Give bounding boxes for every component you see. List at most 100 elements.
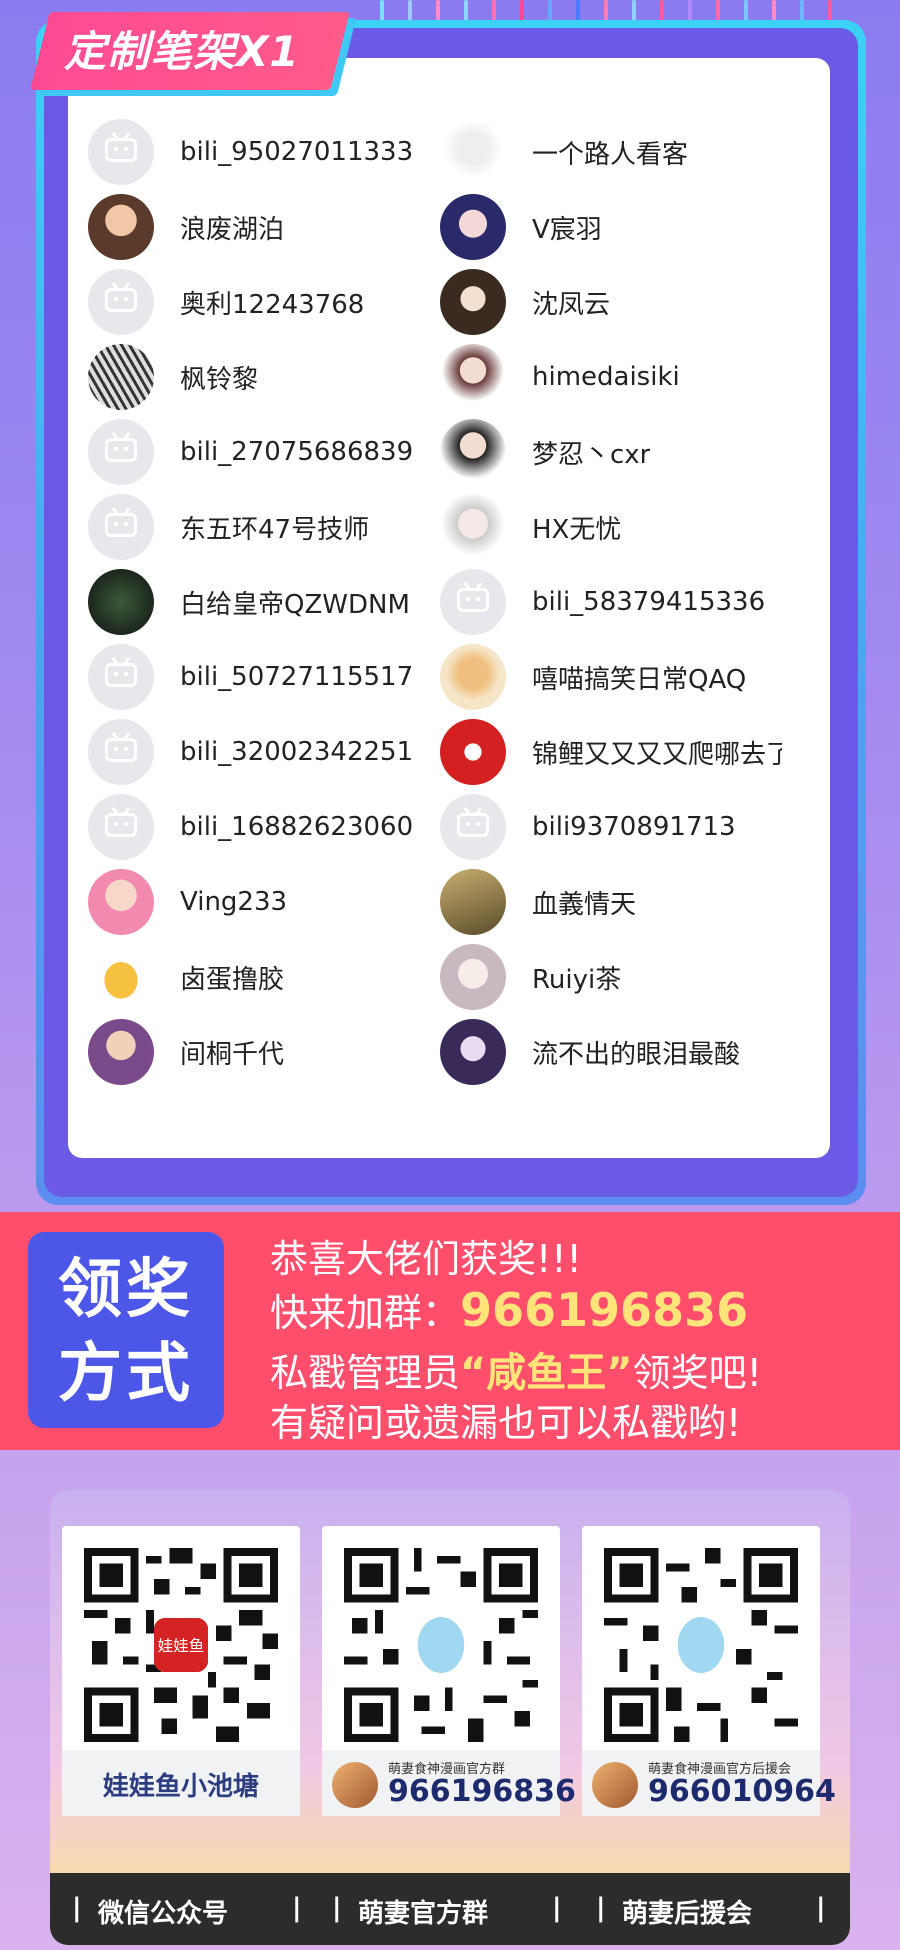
claim-method-line2: 方式 <box>58 1337 194 1411</box>
avatar <box>440 644 506 710</box>
qr-label: 娃娃鱼小池塘 <box>62 1750 300 1816</box>
qr-card-group: 萌妻食神漫画官方群 966196836 <box>322 1526 576 1816</box>
user-item: bili_27075686839 <box>88 417 413 487</box>
avatar <box>88 569 154 635</box>
questions-text: 有疑问或遗漏也可以私戳哟! <box>270 1401 742 1445</box>
qr-name: 娃娃鱼小池塘 <box>102 1772 259 1802</box>
avatar <box>440 194 506 260</box>
default-avatar-icon <box>88 719 154 785</box>
user-name: 浪废湖泊 <box>180 214 285 245</box>
user-name: bili_58379415336 <box>532 587 766 617</box>
avatar <box>440 269 506 335</box>
penguin-icon <box>677 1617 725 1673</box>
user-name: 锦鲤又又又又爬哪去了 <box>532 739 782 770</box>
user-item: 沈凤云 <box>440 267 610 337</box>
footer-separator: | <box>816 1893 826 1923</box>
footer-separator: | <box>292 1893 302 1923</box>
user-name: HX无忧 <box>532 514 622 545</box>
qr-card-wechat: 娃娃鱼 娃娃鱼小池塘 <box>62 1526 300 1816</box>
user-item: 一个路人看客 <box>440 117 688 187</box>
user-name: 间桐千代 <box>180 1039 285 1070</box>
user-name: 梦忍丶cxr <box>532 439 651 470</box>
group-number[interactable]: 966196836 <box>388 1774 576 1809</box>
footer-separator: | <box>596 1893 606 1923</box>
qr-card-support: 萌妻食神漫画官方后援会 966010964 <box>582 1526 836 1816</box>
default-avatar-icon <box>88 419 154 485</box>
user-item: V宸羽 <box>440 192 602 262</box>
penguin-icon <box>417 1617 465 1673</box>
user-name: 沈凤云 <box>532 289 611 320</box>
user-item: bili_50727115517 <box>88 642 413 712</box>
qr-code-icon[interactable] <box>344 1548 538 1742</box>
footer-separator: | <box>332 1893 342 1923</box>
user-item: bili_32002342251 <box>88 717 413 787</box>
group-number[interactable]: 966196836 <box>460 1283 748 1337</box>
contact-admin-suffix: 领奖吧! <box>632 1351 762 1395</box>
avatar <box>440 494 506 560</box>
user-item: 东五环47号技师 <box>88 492 369 562</box>
default-avatar-icon <box>88 119 154 185</box>
avatar <box>440 344 506 410</box>
avatar <box>440 1019 506 1085</box>
user-name: 血義情天 <box>532 889 637 920</box>
user-name: 枫铃黎 <box>180 364 259 395</box>
avatar <box>440 869 506 935</box>
join-group-text: 快来加群：966196836 <box>270 1282 748 1337</box>
user-item: bili_16882623060 <box>88 792 413 862</box>
user-item: Ruiyi茶 <box>440 942 621 1012</box>
avatar <box>440 419 506 485</box>
default-avatar-icon <box>88 644 154 710</box>
user-name: 奥利12243768 <box>180 289 365 320</box>
footer-separator: | <box>72 1893 82 1923</box>
avatar <box>88 194 154 260</box>
user-name: 流不出的眼泪最酸 <box>532 1039 741 1070</box>
join-group-prefix: 快来加群： <box>270 1291 461 1335</box>
qr-label: 萌妻食神漫画官方群 966196836 <box>322 1750 576 1816</box>
user-name: himedaisiki <box>532 362 680 392</box>
qr-code-icon[interactable] <box>604 1548 798 1742</box>
user-item: 流不出的眼泪最酸 <box>440 1017 740 1087</box>
qr-code-icon[interactable]: 娃娃鱼 <box>84 1548 278 1742</box>
user-item: HX无忧 <box>440 492 621 562</box>
user-name: 嘻喵搞笑日常QAQ <box>532 664 747 695</box>
admin-name: “咸鱼王” <box>460 1350 633 1396</box>
user-item: 枫铃黎 <box>88 342 258 412</box>
avatar <box>88 1019 154 1085</box>
user-item: 卤蛋撸胶 <box>88 942 284 1012</box>
user-item: 梦忍丶cxr <box>440 417 650 487</box>
user-item: 嘻喵搞笑日常QAQ <box>440 642 746 712</box>
user-name: bili_50727115517 <box>180 662 414 692</box>
user-name: V宸羽 <box>532 214 602 245</box>
user-name: bili_16882623060 <box>180 812 414 842</box>
default-avatar-icon <box>440 794 506 860</box>
group-avatar <box>332 1762 378 1808</box>
avatar <box>88 944 154 1010</box>
user-name: Ving233 <box>180 887 288 917</box>
avatar <box>440 719 506 785</box>
qr-logo: 娃娃鱼 <box>158 1637 205 1655</box>
default-avatar-icon <box>440 569 506 635</box>
footer-wechat[interactable]: 微信公众号 <box>98 1893 228 1930</box>
user-item: bili_95027011333 <box>88 117 413 187</box>
avatar <box>88 869 154 935</box>
user-item: 白给皇帝QZWDNM <box>88 567 410 637</box>
qr-panel: 娃娃鱼 娃娃鱼小池塘 萌妻食神漫画官方群 966196836 萌妻食神漫画官方后… <box>50 1490 850 1945</box>
footer-group[interactable]: 萌妻官方群 <box>358 1893 488 1930</box>
user-item: 间桐千代 <box>88 1017 284 1087</box>
congrats-text: 恭喜大佬们获奖!!! <box>270 1237 582 1281</box>
user-name: bili_27075686839 <box>180 437 414 467</box>
footer-support[interactable]: 萌妻后援会 <box>622 1893 752 1930</box>
user-name: bili_32002342251 <box>180 737 414 767</box>
user-name: 东五环47号技师 <box>180 514 370 545</box>
default-avatar-icon <box>88 794 154 860</box>
avatar <box>440 944 506 1010</box>
footer-bar: | 微信公众号 | | 萌妻官方群 | | 萌妻后援会 | <box>50 1873 850 1945</box>
group-number[interactable]: 966010964 <box>648 1774 836 1809</box>
user-item: himedaisiki <box>440 342 680 412</box>
claim-banner: 领奖 方式 恭喜大佬们获奖!!! 快来加群：966196836 私戳管理员“咸鱼… <box>0 1212 900 1450</box>
user-item: 奥利12243768 <box>88 267 364 337</box>
user-item: 锦鲤又又又又爬哪去了 <box>440 717 782 787</box>
user-item: 浪废湖泊 <box>88 192 284 262</box>
claim-method-line1: 领奖 <box>58 1253 194 1327</box>
user-item: 血義情天 <box>440 867 636 937</box>
